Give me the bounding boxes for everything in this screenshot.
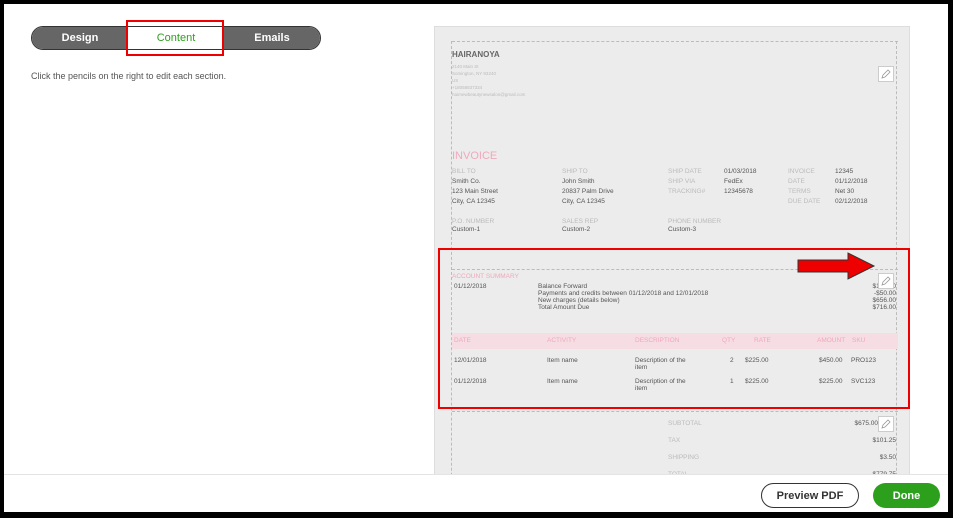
edit-totals-button[interactable] (878, 416, 894, 432)
bill-to-label: BILL TO (452, 168, 476, 175)
tracking-label: TRACKING# (668, 188, 706, 195)
tax-label: TAX (668, 437, 681, 444)
pencil-icon (881, 69, 891, 79)
due-date-value: 02/12/2018 (835, 198, 868, 205)
invoice-no-value: 12345 (835, 168, 854, 175)
bill-to-line: Smith Co. (452, 178, 481, 185)
bill-to-line: City, CA 12345 (452, 198, 495, 205)
ship-to-line: City, CA 12345 (562, 198, 605, 205)
invoice-title: INVOICE (452, 150, 498, 162)
ship-via-label: SHIP VIA (668, 178, 696, 185)
custom-field-value: Custom-1 (452, 226, 481, 233)
invoice-no-label: INVOICE (788, 168, 815, 175)
company-name: HAIRANOYA (452, 50, 500, 59)
header-section: HAIRANOYA 2140 Main St Somington, NY 932… (452, 41, 898, 269)
app-window: Design Content Emails Click the pencils … (4, 4, 948, 512)
custom-field-value: Custom-2 (562, 226, 591, 233)
terms-value: Net 30 (835, 188, 855, 195)
ship-to-label: SHIP TO (562, 168, 588, 175)
red-arrow-icon (797, 252, 876, 280)
content-tab-highlight (126, 20, 224, 56)
company-email: hairnewbeautynewsalon@gmail.com (452, 92, 526, 97)
shipping-value: $3.50 (879, 454, 896, 461)
pencil-icon (881, 419, 891, 429)
company-phone: +18058837334 (452, 85, 483, 90)
custom-field-value: Custom-3 (668, 226, 697, 233)
company-country: US (452, 78, 459, 83)
footer-bar: Preview PDF Done (4, 474, 948, 512)
done-button[interactable]: Done (873, 483, 940, 508)
ship-via-value: FedEx (724, 178, 743, 185)
ship-date-label: SHIP DATE (668, 168, 702, 175)
ship-to-line: 20837 Palm Drive (562, 188, 614, 195)
tracking-value: 12345678 (724, 188, 753, 195)
subtotal-value: $675.00 (854, 420, 879, 427)
subtotal-label: SUBTOTAL (668, 420, 702, 427)
invoice-date-value: 01/12/2018 (835, 178, 868, 185)
ship-date-value: 01/03/2018 (724, 168, 757, 175)
terms-label: TERMS (788, 188, 811, 195)
bill-to-line: 123 Main Street (452, 188, 498, 195)
instruction-text: Click the pencils on the right to edit e… (31, 71, 227, 81)
tab-design[interactable]: Design (32, 27, 128, 49)
preview-pdf-button[interactable]: Preview PDF (761, 483, 859, 508)
tab-emails[interactable]: Emails (224, 27, 320, 49)
due-date-label: DUE DATE (788, 198, 821, 205)
company-address2: Somington, NY 93240 (452, 71, 496, 76)
custom-field-label: PHONE NUMBER (668, 218, 722, 225)
custom-field-label: SALES REP (562, 218, 599, 225)
custom-field-label: P.O. NUMBER (452, 218, 495, 225)
shipping-label: SHIPPING (668, 454, 700, 461)
tax-value: $101.25 (872, 437, 897, 444)
company-address1: 2140 Main St (452, 64, 479, 69)
invoice-date-label: DATE (788, 178, 805, 185)
ship-to-line: John Smith (562, 178, 595, 185)
edit-header-button[interactable] (878, 66, 894, 82)
